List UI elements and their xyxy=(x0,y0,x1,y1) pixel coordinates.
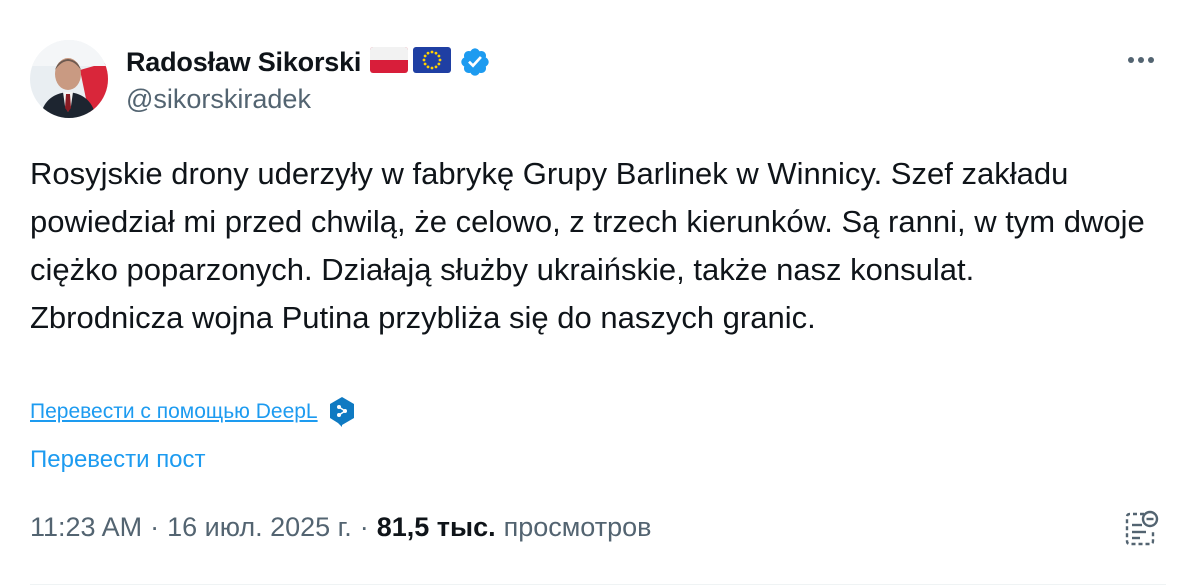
verified-badge-icon[interactable] xyxy=(459,46,491,78)
deepl-icon[interactable] xyxy=(328,396,356,428)
translate-post-link[interactable]: Перевести пост xyxy=(30,446,206,474)
tweet-text: Rosyjskie drony uderzyły w fabrykę Grupy… xyxy=(30,150,1170,342)
tweet-time[interactable]: 11:23 AM xyxy=(30,512,142,543)
author-display-name[interactable]: Radosław Sikorski xyxy=(126,47,361,78)
meta-separator: · xyxy=(359,512,369,542)
author-name-row: Radosław Sikorski xyxy=(126,42,491,82)
analytics-icon[interactable] xyxy=(1122,508,1160,548)
meta-separator: · xyxy=(150,512,160,542)
author-handle[interactable]: @sikorskiradek xyxy=(126,84,311,115)
tweet-paragraph: Rosyjskie drony uderzyły w fabrykę Grupy… xyxy=(30,156,1145,287)
tweet-card: Radosław Sikorski @sikorskiradek Rosyjsk… xyxy=(0,0,1196,588)
divider xyxy=(30,584,1166,585)
views-count: 81,5 тыс. xyxy=(376,512,496,542)
tweet-meta: 11:23 AM · 16 июл. 2025 г. · 81,5 тыс. п… xyxy=(30,512,651,543)
tweet-paragraph: Zbrodnicza wojna Putina przybliża się do… xyxy=(30,300,816,335)
translate-deepl-link[interactable]: Перевести с помощью DeepL xyxy=(30,400,318,424)
tweet-date[interactable]: 16 июл. 2025 г. xyxy=(167,512,352,543)
avatar-image xyxy=(30,40,108,118)
more-options-icon[interactable] xyxy=(1124,48,1158,72)
poland-flag-icon xyxy=(370,46,409,78)
eu-flag-icon xyxy=(413,46,452,78)
avatar[interactable] xyxy=(30,40,108,118)
translate-deepl-row: Перевести с помощью DeepL xyxy=(30,396,356,428)
views-label: просмотров xyxy=(503,512,652,542)
